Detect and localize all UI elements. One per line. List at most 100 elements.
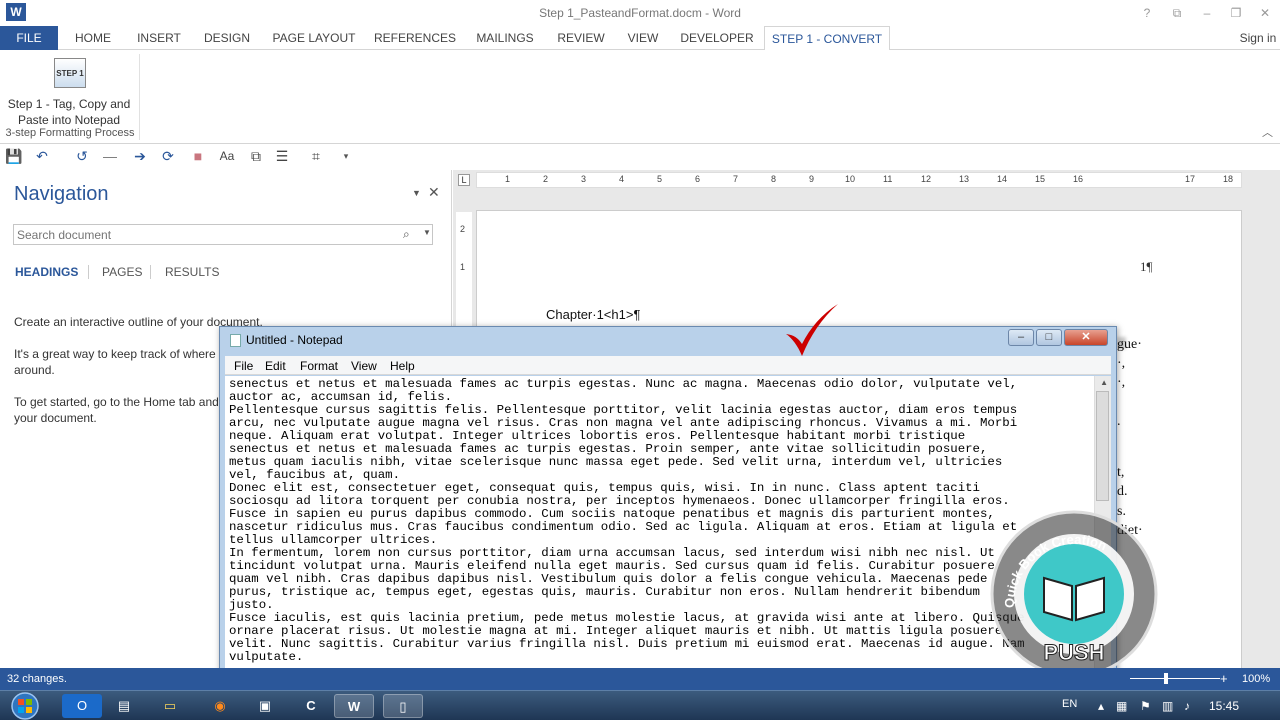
document-text: . (1117, 414, 1121, 429)
ruler-tick: 1 (505, 174, 511, 184)
menu-edit[interactable]: Edit (265, 359, 286, 373)
notepad-text: senectus et netus et malesuada fames ac … (229, 378, 1091, 664)
stop-icon[interactable]: ■ (188, 145, 208, 167)
scroll-thumb[interactable] (1096, 391, 1109, 501)
menu-file[interactable]: File (234, 359, 253, 373)
notepad-text-area[interactable]: senectus et netus et malesuada fames ac … (225, 376, 1111, 688)
tab-divider (150, 265, 151, 279)
bullets-icon[interactable]: ☰ (272, 145, 292, 167)
notepad-close-button[interactable]: ✕ (1064, 329, 1108, 346)
clock[interactable]: 15:45 (1209, 699, 1239, 713)
page-number: 1¶ (1140, 259, 1153, 274)
flag-icon[interactable]: ⚑ (1140, 699, 1151, 713)
zoom-slider[interactable] (1130, 678, 1220, 679)
copy-icon[interactable]: ⧉ (246, 145, 266, 167)
scroll-up-icon[interactable]: ▲ (1100, 378, 1108, 387)
start-button-icon[interactable] (6, 691, 44, 721)
tab-home[interactable]: HOME (68, 26, 118, 50)
step-1-button[interactable]: STEP 1 Step 1 - Tag, Copy and Paste into… (2, 55, 136, 127)
tab-results[interactable]: RESULTS (165, 265, 219, 279)
tab-design[interactable]: DESIGN (198, 26, 256, 50)
collapse-ribbon-icon[interactable]: ︿ (1262, 124, 1273, 140)
tab-view[interactable]: VIEW (620, 26, 666, 50)
notepad-window[interactable]: Untitled - Notepad – □ ✕ File Edit Forma… (219, 326, 1117, 694)
camtasia-icon[interactable]: C (291, 694, 331, 718)
firefox-icon[interactable]: ◉ (200, 694, 240, 718)
zoom-level[interactable]: 100% (1242, 673, 1270, 685)
tab-step-1-convert[interactable]: STEP 1 - CONVERT (764, 26, 890, 51)
tab-mailings[interactable]: MAILINGS (468, 26, 542, 50)
ruler-tick: 4 (619, 174, 625, 184)
ribbon-group-label: 3-step Formatting Process (5, 127, 135, 139)
ribbon: STEP 1 Step 1 - Tag, Copy and Paste into… (0, 50, 1280, 144)
volume-icon[interactable]: ♪ (1184, 699, 1190, 713)
ruler-tick: 9 (809, 174, 815, 184)
close-button[interactable]: ✕ (1252, 4, 1278, 22)
remote-icon[interactable]: ▣ (245, 694, 285, 718)
menu-view[interactable]: View (351, 359, 377, 373)
tab-developer[interactable]: DEVELOPER (676, 26, 758, 50)
search-options-icon[interactable]: ▼ (423, 228, 431, 237)
search-input[interactable] (14, 225, 394, 244)
line-icon[interactable]: — (100, 145, 120, 167)
chapter-heading[interactable]: Chapter·1<h1>¶ (546, 307, 640, 322)
pane-options-icon[interactable]: ▼ (412, 188, 421, 198)
tab-selector[interactable]: L (458, 174, 470, 186)
network-icon[interactable]: ▥ (1162, 699, 1173, 713)
tab-insert[interactable]: INSERT (130, 26, 188, 50)
search-icon[interactable]: ⌕ (403, 227, 410, 242)
tab-page-layout[interactable]: PAGE LAYOUT (266, 26, 362, 50)
notepad-icon[interactable]: ▯ (383, 694, 423, 718)
tab-review[interactable]: REVIEW (552, 26, 610, 50)
track-changes-status[interactable]: 32 changes. (7, 673, 67, 685)
vertical-ruler[interactable]: 2 1 (456, 212, 472, 332)
ruler-tick: 2 (543, 174, 549, 184)
store-icon[interactable]: ▤ (104, 694, 144, 718)
tree-icon[interactable]: ⌗ (306, 145, 326, 167)
refresh-icon[interactable]: ⟳ (158, 145, 178, 167)
ruler-tick: 1 (460, 262, 466, 272)
navigation-title: Navigation (14, 183, 109, 205)
tab-divider (88, 265, 89, 279)
ribbon-display-options-icon[interactable]: ⧉ (1164, 4, 1190, 22)
document-text: ·, (1117, 356, 1126, 371)
document-text: ·, (1117, 375, 1126, 390)
forward-icon[interactable]: ➔ (130, 145, 150, 167)
tray-arrow-icon[interactable]: ▴ (1098, 699, 1104, 713)
sign-in-link[interactable]: Sign in (1236, 26, 1280, 50)
customize-icon[interactable]: ▾ (336, 145, 356, 167)
ruler-tick: 17 (1185, 174, 1196, 184)
font-case-icon[interactable]: Aa (216, 145, 238, 167)
word-icon[interactable]: W (334, 694, 374, 718)
tab-references[interactable]: REFERENCES (372, 26, 458, 50)
repeat-icon[interactable]: ↺ (72, 145, 92, 167)
notepad-line: purus, tristique ac, tempus eget, egesta… (229, 585, 980, 599)
help-icon[interactable]: ? (1134, 4, 1160, 22)
tab-headings[interactable]: HEADINGS (15, 265, 78, 279)
notepad-title: Untitled - Notepad (246, 333, 343, 347)
language-indicator[interactable]: EN (1062, 698, 1077, 710)
close-icon[interactable]: ✕ (428, 184, 440, 201)
horizontal-ruler[interactable]: 1 2 3 4 5 6 7 8 9 10 11 12 13 14 15 16 1… (476, 172, 1242, 188)
ruler-tick: 15 (1035, 174, 1046, 184)
notepad-minimize-button[interactable]: – (1008, 329, 1034, 346)
tab-file[interactable]: FILE (0, 26, 58, 50)
tab-pages[interactable]: PAGES (102, 265, 142, 279)
search-box[interactable]: ⌕ ▼ (13, 224, 433, 245)
document-text: d. (1117, 484, 1128, 499)
undo-icon[interactable]: ↶ (32, 145, 52, 167)
explorer-icon[interactable]: ▭ (150, 694, 190, 718)
ribbon-group-divider (139, 54, 140, 140)
zoom-in-icon[interactable]: + (1220, 671, 1228, 686)
notepad-maximize-button[interactable]: □ (1036, 329, 1062, 346)
tray-app-icon[interactable]: ▦ (1116, 699, 1127, 713)
ruler-tick: 18 (1223, 174, 1234, 184)
menu-format[interactable]: Format (300, 359, 338, 373)
minimize-button[interactable]: – (1194, 4, 1220, 22)
zoom-slider-knob[interactable] (1164, 673, 1168, 684)
outlook-icon[interactable]: O (62, 694, 102, 718)
ruler-tick: 6 (695, 174, 701, 184)
restore-button[interactable]: ❐ (1223, 4, 1249, 22)
menu-help[interactable]: Help (390, 359, 415, 373)
save-icon[interactable]: 💾 (4, 145, 24, 167)
